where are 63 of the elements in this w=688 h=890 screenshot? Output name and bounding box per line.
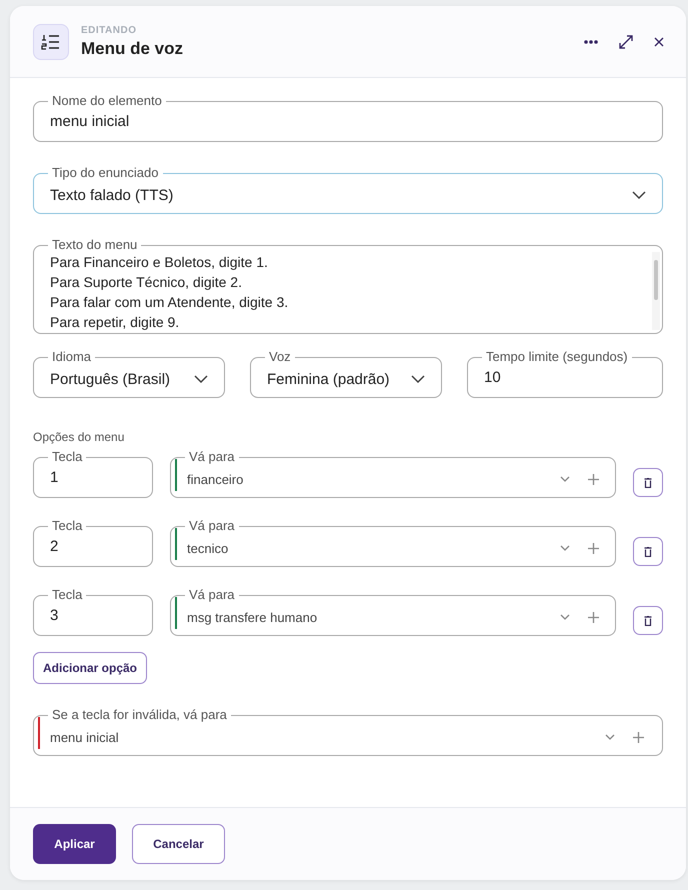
field-value: 2 bbox=[50, 538, 58, 555]
add-option-button[interactable]: Adicionar opção bbox=[33, 652, 148, 684]
chevron-down-icon bbox=[632, 191, 646, 199]
delete-button[interactable] bbox=[633, 606, 663, 635]
language-dropdown[interactable]: Idioma Português (Brasil) bbox=[33, 350, 225, 398]
menu-text-line: Para Suporte Técnico, digite 2. bbox=[50, 273, 243, 292]
trash-icon bbox=[644, 546, 652, 556]
field-label: Texto do menu bbox=[51, 238, 138, 252]
key-field[interactable]: Tecla 3 bbox=[33, 588, 153, 636]
menu-text-area[interactable]: Texto do menu Para Financeiro e Boletos, digite 1. Para Suporte Técnico, digite 2. Para falar com um Atendente, digite 3. Para repetir, digite 9. bbox=[33, 238, 663, 334]
field-value: menu inicial bbox=[50, 113, 130, 130]
plus-icon[interactable] bbox=[633, 732, 644, 742]
name-field[interactable]: Nome do elemento menu inicial bbox=[33, 94, 663, 142]
field-value: 10 bbox=[484, 369, 501, 386]
menu-text-line: Para falar com um Atendente, digite 3. bbox=[50, 293, 290, 312]
field-label: Voz bbox=[268, 350, 292, 364]
overline-label: EDITANDO bbox=[81, 24, 138, 36]
panel-title: Menu de voz bbox=[81, 38, 184, 58]
numbered-list-icon bbox=[33, 24, 69, 60]
menu-text-line: Para Financeiro e Boletos, digite 1. bbox=[50, 253, 269, 272]
field-label: Idioma bbox=[51, 350, 92, 364]
apply-button[interactable]: Aplicar bbox=[33, 824, 116, 864]
voice-dropdown[interactable]: Voz Feminina (padrão) bbox=[250, 350, 442, 398]
field-label: Tecla bbox=[51, 450, 84, 464]
field-value: 3 bbox=[50, 607, 58, 624]
menu-text-line: Para repetir, digite 9. bbox=[50, 313, 180, 332]
field-label: Vá para bbox=[188, 450, 236, 464]
field-label: Se a tecla for inválida, vá para bbox=[51, 708, 228, 722]
scrollbar[interactable] bbox=[652, 252, 660, 330]
field-label: Tecla bbox=[51, 588, 84, 602]
chevron-down-icon bbox=[194, 375, 208, 383]
trash-icon bbox=[644, 478, 652, 488]
field-label: Tempo limite (segundos) bbox=[485, 350, 629, 364]
expand-icon[interactable] bbox=[618, 34, 634, 50]
delete-button[interactable] bbox=[633, 537, 663, 566]
field-label: Tipo do enunciado bbox=[51, 166, 160, 180]
field-label: Vá para bbox=[188, 588, 236, 602]
trash-icon bbox=[644, 616, 652, 626]
key-field[interactable]: Tecla 1 bbox=[33, 450, 153, 498]
chevron-down-icon bbox=[411, 375, 425, 383]
go-to-dropdown[interactable]: Vá para financeiro bbox=[170, 450, 616, 498]
delete-button[interactable] bbox=[633, 468, 663, 497]
section-label: Opções do menu bbox=[33, 430, 126, 444]
plus-icon[interactable] bbox=[588, 612, 599, 622]
invalid-key-dropdown[interactable]: Se a tecla for inválida, vá para menu inicial bbox=[33, 708, 663, 756]
timeout-field[interactable]: Tempo limite (segundos) 10 bbox=[467, 350, 663, 398]
close-icon[interactable] bbox=[654, 36, 664, 46]
go-to-dropdown[interactable]: Vá para msg transfere humano bbox=[170, 588, 616, 636]
field-value: 1 bbox=[50, 469, 58, 486]
plus-icon[interactable] bbox=[588, 474, 599, 484]
field-label: Nome do elemento bbox=[51, 94, 163, 108]
cancel-button[interactable]: Cancelar bbox=[132, 824, 225, 864]
more-icon[interactable] bbox=[584, 40, 598, 44]
prompt-type-dropdown[interactable]: Tipo do enunciado Texto falado (TTS) bbox=[33, 166, 663, 214]
key-field[interactable]: Tecla 2 bbox=[33, 519, 153, 567]
plus-icon[interactable] bbox=[588, 542, 599, 554]
chevron-down-icon bbox=[605, 734, 615, 740]
go-to-dropdown[interactable]: Vá para tecnico bbox=[170, 519, 616, 567]
chevron-down-icon bbox=[560, 545, 570, 551]
field-label: Vá para bbox=[188, 519, 236, 533]
chevron-down-icon bbox=[560, 614, 570, 620]
field-label: Tecla bbox=[51, 519, 84, 533]
chevron-down-icon bbox=[560, 476, 570, 482]
